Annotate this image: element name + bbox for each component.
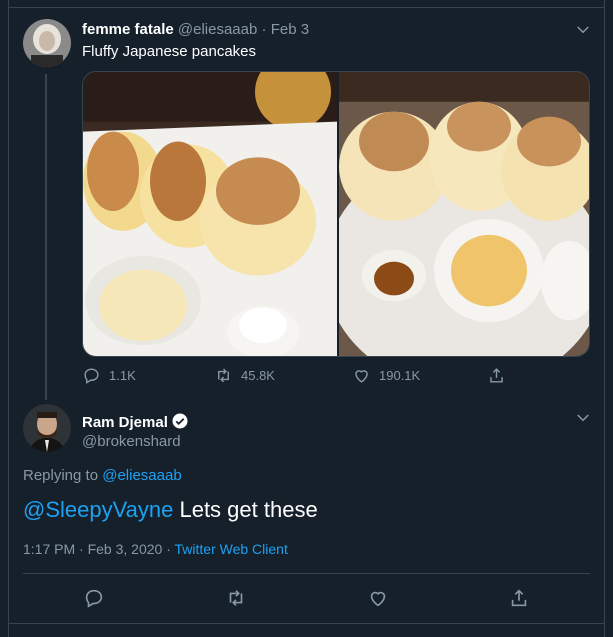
pancake-photo-1[interactable] <box>83 72 337 356</box>
retweet-button[interactable]: 45.8K <box>214 366 275 385</box>
chevron-down-icon[interactable] <box>574 21 592 39</box>
tweet-meta: 1:17 PM · Feb 3, 2020 · Twitter Web Clie… <box>23 541 288 557</box>
share-icon <box>490 368 503 383</box>
pancake-photo-2[interactable] <box>339 72 590 356</box>
share-icon[interactable] <box>508 587 530 609</box>
client-link[interactable]: Twitter Web Client <box>175 541 288 557</box>
tweet-header: femme fatale @eliesaaab · Feb 3 <box>82 21 309 38</box>
like-count: 190.1K <box>379 368 421 383</box>
retweet-count: 45.8K <box>241 368 275 383</box>
avatar[interactable] <box>23 404 71 452</box>
replying-to-link[interactable]: @eliesaaab <box>102 467 181 484</box>
tweet-date[interactable]: Feb 3 <box>271 21 309 38</box>
display-name[interactable]: Ram Djemal <box>82 414 168 431</box>
reply-icon[interactable] <box>83 587 105 609</box>
retweet-icon <box>218 368 229 383</box>
reply-icon <box>84 368 99 384</box>
tweet-body: Lets get these <box>173 497 318 522</box>
display-name[interactable]: femme fatale <box>82 21 174 38</box>
tweet-media[interactable] <box>82 71 590 357</box>
tweet-header: Ram Djemal <box>82 412 189 432</box>
tweet-timestamp[interactable]: 1:17 PM · Feb 3, 2020 · <box>23 541 171 557</box>
tweet-text: @SleepyVayne Lets get these <box>23 497 318 523</box>
thread-line <box>45 74 47 400</box>
divider <box>8 623 605 624</box>
divider <box>8 7 605 8</box>
like-button[interactable]: 190.1K <box>352 366 420 385</box>
avatar[interactable] <box>23 19 71 67</box>
replying-to: Replying to @eliesaaab <box>23 467 182 484</box>
reply-count: 1.1K <box>109 368 136 383</box>
handle[interactable]: @brokenshard <box>82 433 181 450</box>
retweet-icon[interactable] <box>225 587 247 609</box>
date-separator: · <box>261 21 267 38</box>
handle[interactable]: @eliesaaab <box>178 21 257 38</box>
chevron-down-icon[interactable] <box>574 409 592 427</box>
heart-icon[interactable] <box>367 587 389 609</box>
heart-icon <box>355 370 368 383</box>
tweet-text: Fluffy Japanese pancakes <box>82 43 257 60</box>
reply-button[interactable]: 1.1K <box>82 366 136 385</box>
replying-prefix: Replying to <box>23 467 99 484</box>
divider <box>23 573 590 574</box>
share-button[interactable] <box>487 366 506 385</box>
tweet-actions: 1.1K 45.8K 190.1K <box>82 366 592 388</box>
verified-badge-icon <box>172 413 188 429</box>
mention-link[interactable]: @SleepyVayne <box>23 497 173 522</box>
